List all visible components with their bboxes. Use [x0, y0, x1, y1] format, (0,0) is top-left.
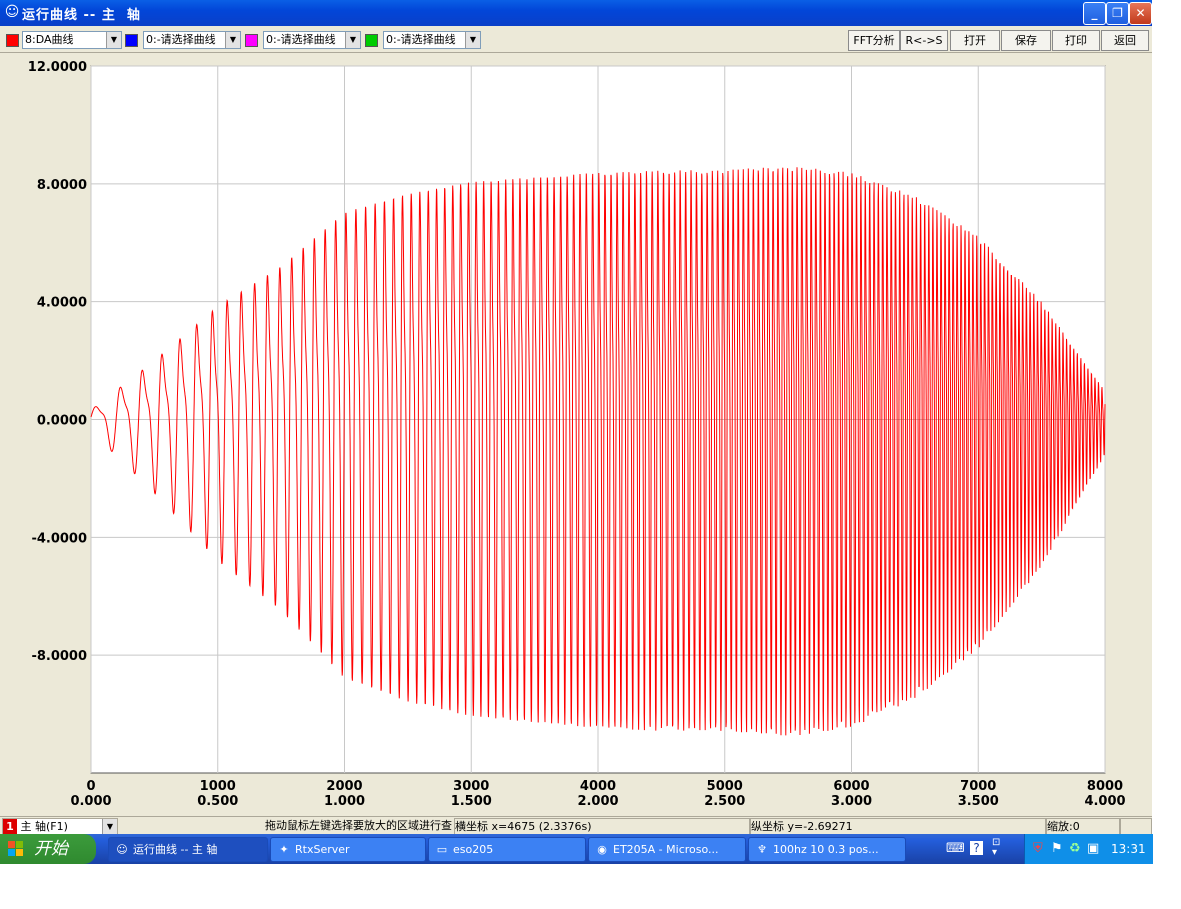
channel-4-select[interactable]: 0:-请选择曲线 ▼	[383, 31, 481, 49]
keyboard-icon[interactable]: ⌨	[946, 841, 965, 856]
x-tick-label-seconds: 1.000	[324, 794, 365, 809]
windows-logo-icon	[8, 841, 23, 856]
network-icon[interactable]: ⚑	[1051, 841, 1063, 856]
taskbar-item-eso205[interactable]: ▭ eso205	[428, 837, 586, 862]
open-button[interactable]: 打开	[950, 30, 1000, 51]
app-curve-icon: ☺	[116, 843, 128, 856]
taskbar-item-rtxserver[interactable]: ✦ RtxServer	[270, 837, 426, 862]
system-tray: ⛨ ⚑ ♻ ▣ 13:31	[1024, 834, 1153, 864]
start-label: 开始	[34, 839, 68, 859]
axis-selector[interactable]: 1 主 轴(F1) ▼	[2, 818, 118, 835]
y-tick-label: 4.0000	[37, 296, 87, 311]
close-icon: ✕	[1135, 6, 1146, 20]
x-tick-label-seconds: 3.500	[958, 794, 999, 809]
x-tick-label-seconds: 2.500	[704, 794, 745, 809]
y-tick-label: 8.0000	[37, 178, 87, 193]
main-window: ☺ 运行曲线 -- 主 轴 _ ❐ ✕ 8:DA曲线 ▼ 0:-请选择曲线 ▼ …	[0, 0, 1153, 864]
taskbar-item-curve[interactable]: ☺ 运行曲线 -- 主 轴	[108, 837, 268, 862]
y-tick-label: 0.0000	[37, 414, 87, 429]
tray-app-icon[interactable]: ♻	[1069, 841, 1081, 856]
x-tick-label-samples: 4000	[580, 779, 616, 794]
x-tick-label-samples: 0	[86, 779, 95, 794]
channel-3-select[interactable]: 0:-请选择曲线 ▼	[263, 31, 361, 49]
monitor-icon[interactable]: ▣	[1087, 841, 1099, 856]
restore-button[interactable]: ❐	[1106, 2, 1129, 25]
x-tick-label-seconds: 0.500	[197, 794, 238, 809]
x-tick-label-samples: 1000	[200, 779, 236, 794]
back-button[interactable]: 返回	[1101, 30, 1149, 51]
restore-icon: ❐	[1112, 6, 1123, 20]
x-tick-label-seconds: 1.500	[451, 794, 492, 809]
taskbar-item-label: 运行曲线 -- 主 轴	[133, 843, 218, 856]
channel-1-select-value: 8:DA曲线	[25, 33, 74, 46]
y-tick-label: 12.0000	[28, 60, 87, 75]
taskbar: 开始 ☺ 运行曲线 -- 主 轴 ✦ RtxServer ▭ eso205 ◉ ET20…	[0, 834, 1153, 864]
window-title: 运行曲线 -- 主 轴	[22, 8, 141, 23]
x-tick-label-seconds: 4.000	[1084, 794, 1125, 809]
chevron-down-icon[interactable]: ▼	[345, 32, 360, 48]
save-button[interactable]: 保存	[1001, 30, 1051, 51]
x-tick-label-seconds: 0.000	[70, 794, 111, 809]
minimize-icon: _	[1091, 6, 1098, 20]
channel-3-select-value: 0:-请选择曲线	[266, 33, 336, 46]
folder-icon: ▭	[436, 843, 448, 856]
channel-3-color-swatch	[245, 34, 258, 47]
language-bar-icon[interactable]: ⊡ ▾	[992, 838, 1000, 858]
status-bar: 1 主 轴(F1) ▼ 拖动鼠标左键选择要放大的区域进行查 横坐标 x=4675…	[0, 816, 1152, 835]
x-tick-label-samples: 2000	[326, 779, 362, 794]
status-zoom: 缩放:0	[1046, 818, 1120, 835]
title-bar[interactable]: ☺ 运行曲线 -- 主 轴 _ ❐ ✕	[0, 0, 1152, 26]
channel-4-select-value: 0:-请选择曲线	[386, 33, 456, 46]
rs-toggle-button[interactable]: R<->S	[900, 30, 948, 51]
close-button[interactable]: ✕	[1129, 2, 1152, 25]
chevron-down-icon[interactable]: ▼	[225, 32, 240, 48]
axis-index-badge: 1	[3, 819, 17, 834]
x-tick-label-samples: 7000	[960, 779, 996, 794]
help-icon[interactable]: ?	[970, 841, 983, 855]
clock: 13:31	[1111, 842, 1146, 856]
y-tick-label: -8.0000	[31, 649, 87, 664]
x-tick-label-seconds: 2.000	[577, 794, 618, 809]
chevron-down-icon[interactable]: ▼	[102, 819, 117, 834]
taskbar-item-label: 100hz 10 0.3 pos...	[773, 843, 879, 856]
rtx-icon: ✦	[279, 843, 289, 856]
taskbar-item-et205a[interactable]: ◉ ET205A - Microso...	[588, 837, 746, 862]
x-tick-label-samples: 3000	[453, 779, 489, 794]
status-x-coordinate: 横坐标 x=4675 (2.3376s)	[454, 818, 750, 835]
channel-2-select[interactable]: 0:-请选择曲线 ▼	[143, 31, 241, 49]
taskbar-item-100hz[interactable]: ♆ 100hz 10 0.3 pos...	[748, 837, 906, 862]
print-button[interactable]: 打印	[1052, 30, 1100, 51]
channel-1-color-swatch	[6, 34, 19, 47]
minimize-button[interactable]: _	[1083, 2, 1106, 25]
waveform-chart[interactable]: 00.000 10000.500 20001.000 30001.500 40002.0…	[0, 54, 1152, 814]
tool-icon: ♆	[757, 843, 767, 856]
toolbar: 8:DA曲线 ▼ 0:-请选择曲线 ▼ 0:-请选择曲线 ▼ 0:-请选择曲线 …	[0, 28, 1152, 53]
axis-selector-value: 主 轴(F1)	[20, 820, 68, 833]
channel-1-select[interactable]: 8:DA曲线 ▼	[22, 31, 122, 49]
channel-2-color-swatch	[125, 34, 138, 47]
y-tick-label: -4.0000	[31, 531, 87, 546]
start-button[interactable]: 开始	[0, 834, 96, 864]
status-empty-cell	[1120, 818, 1152, 835]
taskbar-item-label: eso205	[453, 843, 494, 856]
x-tick-label-samples: 5000	[707, 779, 743, 794]
x-tick-label-samples: 8000	[1087, 779, 1123, 794]
status-hint: 拖动鼠标左键选择要放大的区域进行查	[265, 819, 452, 832]
x-tick-label-seconds: 3.000	[831, 794, 872, 809]
chevron-down-icon[interactable]: ▼	[106, 32, 121, 48]
taskbar-item-label: RtxServer	[295, 843, 350, 856]
channel-2-select-value: 0:-请选择曲线	[146, 33, 216, 46]
browser-icon: ◉	[597, 843, 607, 856]
x-tick-label-samples: 6000	[833, 779, 869, 794]
channel-4-color-swatch	[365, 34, 378, 47]
taskbar-item-label: ET205A - Microso...	[613, 843, 719, 856]
chevron-down-icon[interactable]: ▼	[465, 32, 480, 48]
fft-analysis-button[interactable]: FFT分析	[848, 30, 900, 51]
app-icon: ☺	[4, 4, 20, 20]
shield-icon[interactable]: ⛨	[1033, 841, 1043, 856]
status-y-coordinate: 纵坐标 y=-2.69271	[750, 818, 1046, 835]
plot-area[interactable]: 0 0.000 1000 0.500 2000 1.000 3000 1.500 4000 2.0…	[0, 54, 1152, 814]
